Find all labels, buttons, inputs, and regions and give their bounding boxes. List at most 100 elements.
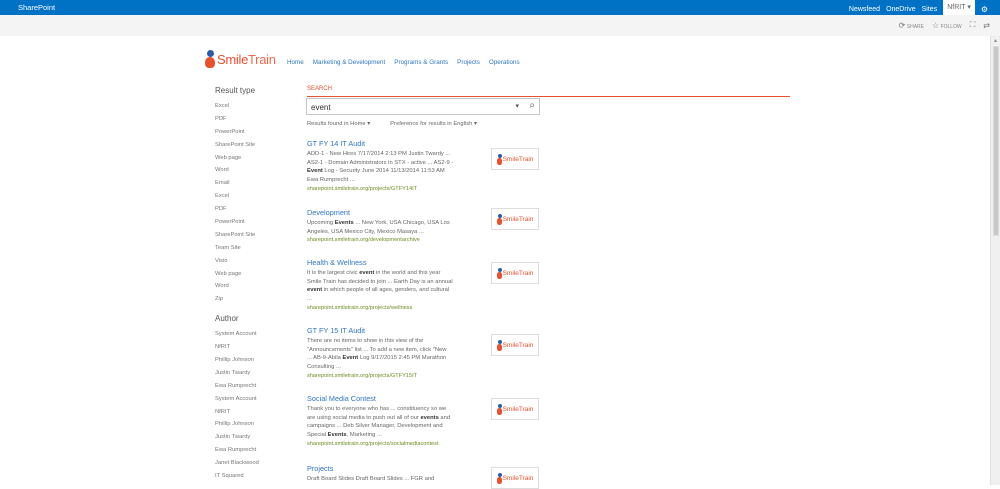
logo-mark-icon — [496, 213, 502, 225]
logo-text: SmileTrain — [217, 51, 276, 67]
result-snippet: There are no items to show in this view … — [307, 338, 447, 371]
thumbnail-logo-text: SmileTrain — [502, 474, 534, 482]
logo-mark-icon — [496, 403, 502, 415]
result-thumbnail[interactable]: SmileTrain — [491, 467, 539, 489]
refiner-result-type[interactable]: SharePoint Site — [215, 229, 295, 242]
sites-link[interactable]: Sites — [922, 6, 938, 13]
search-result: GT FY 14 IT Audit ADD-1 - New Hires 7/17/… — [307, 139, 487, 192]
logo-mark-icon — [496, 339, 502, 351]
results-found-in-dropdown[interactable]: Results found in Home ▾ — [307, 121, 370, 127]
user-name: NfRIT — [947, 4, 966, 11]
refiner-result-type[interactable]: Word — [215, 280, 295, 293]
thumbnail-logo-text: SmileTrain — [502, 269, 534, 277]
result-title-link[interactable]: Development — [307, 208, 487, 217]
user-caret-icon: ▾ — [967, 4, 971, 11]
result-url-link[interactable]: sharepoint.smiletrain.org/projects/GTFY1… — [307, 373, 487, 379]
refiner-result-type[interactable]: Excel — [215, 100, 295, 113]
refiner-result-type[interactable]: Word — [215, 164, 295, 177]
refiner-result-type[interactable]: PowerPoint — [215, 126, 295, 139]
focus-icon[interactable]: ⛶ — [970, 20, 976, 30]
result-thumbnail[interactable]: SmileTrain — [491, 398, 539, 420]
share-icon: ⟳ — [898, 20, 906, 30]
result-title-link[interactable]: Health & Wellness — [307, 258, 487, 267]
user-menu[interactable]: NfRIT ▾ — [943, 0, 975, 15]
refiner-author[interactable]: Justin Twardy — [215, 367, 295, 380]
result-thumbnail[interactable]: SmileTrain — [491, 262, 539, 284]
logo-mark-icon — [496, 472, 502, 484]
sync-icon[interactable]: ⇄ — [983, 21, 990, 30]
share-button[interactable]: ⟳ SHARE — [899, 21, 924, 30]
refiner-author[interactable]: Janet Blackwood — [215, 457, 295, 470]
refiner-author[interactable]: NfRIT — [215, 406, 295, 419]
hit-highlight: Event — [342, 355, 359, 362]
result-url-link[interactable]: sharepoint.smiletrain.org/developmentarc… — [307, 237, 487, 243]
result-title-link[interactable]: GT FY 15 IT Audit — [307, 326, 487, 335]
star-icon: ☆ — [932, 20, 940, 30]
search-dropdown-icon[interactable]: ▾ — [515, 102, 519, 110]
refiner-author[interactable]: Ewa Rumprecht — [215, 444, 295, 457]
page-actions: ⟳ SHARE ☆ FOLLOW ⛶ ⇄ — [899, 20, 990, 30]
refiner-author[interactable]: Ewa Rumprecht — [215, 380, 295, 393]
result-url-link[interactable]: sharepoint.smiletrain.org/projects/GTFY1… — [307, 186, 487, 192]
nav-operations[interactable]: Operations — [489, 59, 520, 66]
nav-marketing-development[interactable]: Marketing & Development — [313, 59, 385, 66]
refiner-result-type[interactable]: Web page — [215, 268, 295, 281]
refiner-author[interactable]: System Account — [215, 393, 295, 406]
refiner-author[interactable]: IT Squared — [215, 470, 295, 483]
action-bar: ⟳ SHARE ☆ FOLLOW ⛶ ⇄ — [0, 15, 1000, 36]
refiner-result-type[interactable]: PDF — [215, 203, 295, 216]
sharepoint-brand-link[interactable]: SharePoint — [18, 3, 55, 12]
refiner-result-type[interactable]: Excel — [215, 190, 295, 203]
scrollbar-thumb[interactable] — [993, 46, 999, 236]
result-title-link[interactable]: Projects — [307, 464, 487, 473]
search-label: SEARCH — [307, 86, 333, 92]
hit-highlight: Events — [327, 432, 347, 439]
refiner-result-type[interactable]: SharePoint Site — [215, 139, 295, 152]
refiner-author[interactable]: System Account — [215, 328, 295, 341]
thumbnail-logo-text: SmileTrain — [502, 341, 534, 349]
refiner-author[interactable]: Justin Twardy — [215, 431, 295, 444]
search-input[interactable] — [311, 101, 501, 113]
follow-button[interactable]: ☆ FOLLOW — [932, 21, 962, 30]
newsfeed-link[interactable]: Newsfeed — [849, 6, 880, 13]
refiner-author[interactable]: Phillip Johnson — [215, 354, 295, 367]
refiner-author[interactable]: Phillip Johnson — [215, 418, 295, 431]
refiner-result-type[interactable]: PDF — [215, 113, 295, 126]
refiner-result-type[interactable]: PowerPoint — [215, 216, 295, 229]
share-label: SHARE — [906, 23, 924, 30]
language-preference-dropdown[interactable]: Preference for results in English ▾ — [390, 121, 477, 127]
refiner-result-type[interactable]: Web page — [215, 152, 295, 165]
refiner-result-type[interactable]: Zip — [215, 293, 295, 306]
result-title-link[interactable]: Social Media Contest — [307, 394, 487, 403]
scroll-up-icon[interactable]: ▲ — [993, 38, 998, 44]
result-thumbnail[interactable]: SmileTrain — [491, 334, 539, 356]
search-result: Development Upcoming Events ... New York,… — [307, 208, 487, 243]
hit-highlight: event — [307, 287, 323, 294]
search-box[interactable]: ▾ ⌕ — [306, 98, 540, 115]
result-title-link[interactable]: GT FY 14 IT Audit — [307, 139, 487, 148]
nav-home[interactable]: Home — [287, 59, 304, 66]
logo-mark-icon — [205, 50, 215, 68]
result-url-link[interactable]: sharepoint.smiletrain.org/projects/socia… — [307, 441, 487, 447]
refiner-result-type[interactable]: Visio — [215, 255, 295, 268]
onedrive-link[interactable]: OneDrive — [886, 6, 916, 13]
nav-projects[interactable]: Projects — [457, 59, 480, 66]
search-icon[interactable]: ⌕ — [529, 100, 535, 111]
thumbnail-logo-text: SmileTrain — [502, 215, 534, 223]
refiner-result-type[interactable]: Email — [215, 177, 295, 190]
result-thumbnail[interactable]: SmileTrain — [491, 148, 539, 170]
refiner-result-type[interactable]: Team Site — [215, 242, 295, 255]
page-scrollbar[interactable]: ▲ — [990, 36, 1000, 485]
hit-highlight: event — [359, 270, 375, 276]
search-result: Social Media Contest Thank you to everyon… — [307, 394, 487, 447]
smiletrain-logo[interactable]: SmileTrain — [205, 50, 276, 68]
refiner-author[interactable]: NfRIT — [215, 341, 295, 354]
hit-highlight: Event — [307, 168, 323, 175]
nav-programs-grants[interactable]: Programs & Grants — [394, 59, 448, 66]
result-url-link[interactable]: sharepoint.smiletrain.org/projects/welln… — [307, 305, 487, 311]
refinement-panel: Result type Excel PDF PowerPoint SharePo… — [215, 86, 295, 483]
result-snippet: Upcoming Events ... New York, USA Chicag… — [307, 220, 450, 235]
gear-icon[interactable]: ⚙ — [981, 5, 988, 14]
result-snippet: It is the largest civic event in the wor… — [307, 270, 453, 303]
result-thumbnail[interactable]: SmileTrain — [491, 208, 539, 230]
